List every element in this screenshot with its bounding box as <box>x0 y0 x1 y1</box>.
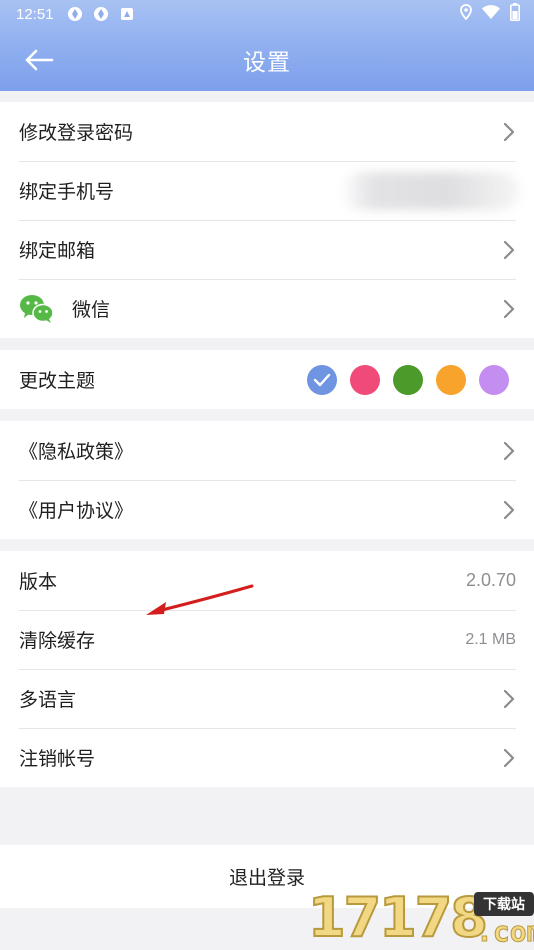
chevron-right-icon <box>502 500 516 520</box>
theme-group: 更改主题 <box>0 350 534 409</box>
site-watermark: 17178 下载站 .com <box>307 885 534 950</box>
watermark-domain: .com <box>475 915 534 948</box>
page-title: 设置 <box>243 49 291 76</box>
theme-color-green[interactable] <box>393 364 423 395</box>
bind-email-row[interactable]: 绑定邮箱 <box>0 220 534 279</box>
back-button[interactable] <box>18 42 60 78</box>
app-notification-icon <box>118 5 136 23</box>
version-label: 版本 <box>19 571 58 593</box>
bind-phone-label: 绑定手机号 <box>19 181 115 203</box>
user-agreement-row[interactable]: 《用户协议》 <box>0 480 534 539</box>
legal-group: 《隐私政策》 《用户协议》 <box>0 421 534 539</box>
status-time: 12:51 <box>16 5 54 23</box>
bind-phone-row[interactable]: 绑定手机号 <box>0 161 534 220</box>
watermark-badge: 下载站 <box>474 892 534 916</box>
wechat-row[interactable]: 微信 <box>0 279 534 338</box>
header: 12:51 设置 <box>0 0 534 91</box>
arrow-left-icon <box>25 49 54 71</box>
theme-color-blue[interactable] <box>307 364 337 395</box>
clear-cache-row[interactable]: 清除缓存 2.1 MB <box>0 610 534 669</box>
misc-group: 版本 2.0.70 清除缓存 2.1 MB 多语言 注销帐号 <box>0 551 534 787</box>
app-bar: 设置 <box>0 28 534 91</box>
version-value: 2.0.70 <box>465 570 516 590</box>
theme-color-pink[interactable] <box>350 364 380 395</box>
theme-color-orange[interactable] <box>436 364 466 395</box>
location-icon <box>460 4 472 24</box>
bind-email-label: 绑定邮箱 <box>19 240 96 262</box>
change-password-label: 修改登录密码 <box>19 122 134 144</box>
change-theme-label: 更改主题 <box>19 370 96 392</box>
checkmark-icon <box>313 373 331 386</box>
sync-icon <box>66 5 84 23</box>
sync-icon <box>92 5 110 23</box>
user-agreement-label: 《用户协议》 <box>19 500 134 522</box>
blurred-phone-number <box>340 171 520 210</box>
chevron-right-icon <box>502 689 516 709</box>
account-settings-group: 修改登录密码 绑定手机号 绑定邮箱 微信 <box>0 102 534 338</box>
change-password-row[interactable]: 修改登录密码 <box>0 102 534 161</box>
theme-color-purple[interactable] <box>479 364 509 395</box>
wechat-icon <box>19 293 55 325</box>
chevron-right-icon <box>502 299 516 319</box>
cache-size-value: 2.1 MB <box>465 630 516 648</box>
language-label: 多语言 <box>19 689 77 711</box>
logout-label: 退出登录 <box>228 867 305 889</box>
watermark-digits: 17178 <box>307 885 489 950</box>
chevron-right-icon <box>502 748 516 768</box>
delete-account-row[interactable]: 注销帐号 <box>0 728 534 787</box>
chevron-right-icon <box>502 122 516 142</box>
clear-cache-label: 清除缓存 <box>19 630 96 652</box>
version-row: 版本 2.0.70 <box>0 551 534 610</box>
theme-color-options <box>307 364 509 395</box>
privacy-policy-label: 《隐私政策》 <box>19 441 134 463</box>
change-theme-row: 更改主题 <box>0 350 534 409</box>
wechat-label: 微信 <box>72 299 111 321</box>
status-bar: 12:51 <box>0 0 534 28</box>
battery-icon <box>510 3 520 25</box>
language-row[interactable]: 多语言 <box>0 669 534 728</box>
privacy-policy-row[interactable]: 《隐私政策》 <box>0 421 534 480</box>
delete-account-label: 注销帐号 <box>19 748 96 770</box>
status-right <box>460 3 520 25</box>
chevron-right-icon <box>502 441 516 461</box>
chevron-right-icon <box>502 240 516 260</box>
wifi-icon <box>482 5 500 23</box>
